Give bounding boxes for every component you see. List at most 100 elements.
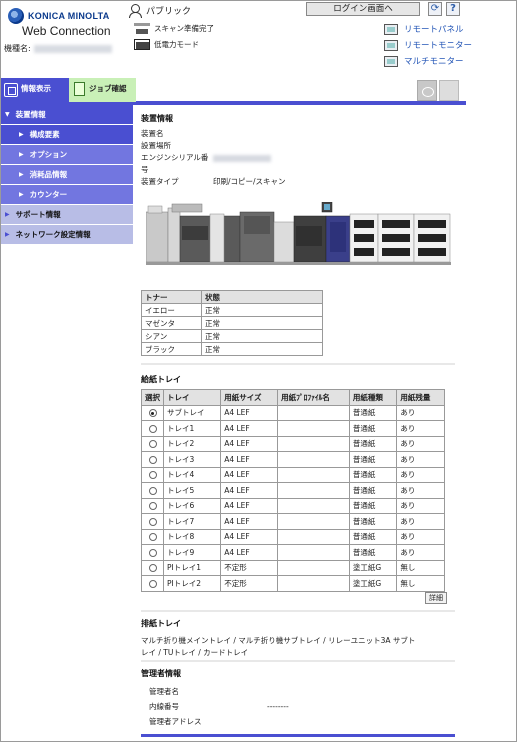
toner-status: 正常 [201,329,323,343]
tab-job[interactable]: ジョブ確認 [69,78,136,102]
table-row[interactable]: トレイ2 A4 LEF 普通紙 あり [141,435,445,452]
tray-radio-button[interactable] [148,548,157,557]
paper-type: 普通紙 [348,528,398,545]
device-info-section: 装置情報 装置名 設置場所 エンジンシリアル番号 装置タイプ 印刷/コピー/スキ… [141,113,455,188]
toner-table: トナー 状態 イエロー 正常 マゼンタ 正常 シアン 正常 ブラック 正常 [141,290,323,356]
tray-radio-button[interactable] [148,579,157,588]
tray-name: トレイ7 [162,513,222,530]
info-key: 設置場所 [141,141,171,150]
paper-remaining: 無し [396,575,445,592]
table-row[interactable]: トレイ8 A4 LEF 普通紙 あり [141,528,445,545]
paper-type: 塗工紙G [348,559,398,576]
info-key: エンジンシリアル番号 [141,153,209,174]
sidebar-item-support[interactable]: ▶ サポート情報 [1,205,133,225]
section-title: 給紙トレイ [141,375,181,384]
column-header: 用紙残量 [396,389,445,406]
remote-monitor-link[interactable]: リモートモニター [384,39,472,51]
paper-remaining: あり [396,528,445,545]
paper-profile [277,420,350,437]
remote-panel-link[interactable]: リモートパネル [384,23,464,35]
table-row[interactable]: トレイ9 A4 LEF 普通紙 あり [141,544,445,561]
mode-icon[interactable] [417,80,437,101]
chevron-right-icon: ▶ [19,131,24,138]
multi-monitor-link[interactable]: マルチモニター [384,55,464,67]
info-key: 装置タイプ [141,177,179,186]
info-row: 管理者アドレス [141,714,455,729]
table-row[interactable]: トレイ6 A4 LEF 普通紙 あり [141,497,445,514]
paper-remaining: あり [396,497,445,514]
table-row: イエロー 正常 [141,303,323,317]
sidebar-item-counter[interactable]: ▶ カウンター [1,185,133,205]
tray-select-cell [141,528,164,545]
tray-name: トレイ8 [162,528,222,545]
paper-remaining: あり [396,544,445,561]
tab-information[interactable]: 情報表示 [1,78,69,105]
paper-type: 塗工紙G [348,575,398,592]
paper-profile [277,404,350,421]
sidebar-item-consumables[interactable]: ▶ 消耗品情報 [1,165,133,185]
info-row: 管理者名 [141,684,455,699]
job-icon [74,82,85,96]
table-row[interactable]: トレイ5 A4 LEF 普通紙 あり [141,482,445,499]
tray-name: トレイ6 [162,497,222,514]
paper-size: 不定形 [220,575,279,592]
tray-radio-button[interactable] [148,517,157,526]
section-title: 排紙トレイ [141,619,181,628]
button-label: 詳細 [429,594,443,602]
table-row[interactable]: PIトレイ1 不定形 塗工紙G 無し [141,559,445,576]
tray-radio-button[interactable] [148,471,157,480]
tray-radio-button[interactable] [148,409,157,418]
table-row[interactable]: トレイ7 A4 LEF 普通紙 あり [141,513,445,530]
toner-color: シアン [141,329,202,343]
remote-monitor-icon [384,39,398,51]
column-header: 用紙種類 [348,389,398,406]
status-low-power: 低電力モード [134,39,199,50]
paper-remaining: あり [396,513,445,530]
paper-remaining: あり [396,404,445,421]
help-icon[interactable]: ? [446,2,460,16]
tray-name: PIトレイ1 [162,559,222,576]
paper-remaining: あり [396,482,445,499]
paper-type: 普通紙 [348,420,398,437]
tray-radio-button[interactable] [148,424,157,433]
refresh-icon[interactable]: ⟳ [428,2,442,16]
tray-radio-button[interactable] [148,440,157,449]
table-row[interactable]: トレイ3 A4 LEF 普通紙 あり [141,451,445,468]
link-label: マルチモニター [404,57,464,67]
detail-button[interactable]: 詳細 [425,592,447,604]
chevron-right-icon: ▶ [19,191,24,198]
toner-color: マゼンタ [141,316,202,330]
toner-status: 正常 [201,303,323,317]
tray-radio-button[interactable] [148,486,157,495]
tray-name: トレイ3 [162,451,222,468]
tray-radio-button[interactable] [148,455,157,464]
sidebar-item-network[interactable]: ▶ ネットワーク設定情報 [1,225,133,245]
toner-status: 正常 [201,342,323,356]
table-row[interactable]: サブトレイ A4 LEF 普通紙 あり [141,404,445,421]
login-page-button[interactable]: ログイン画面へ [306,2,420,16]
multi-monitor-icon [384,55,398,67]
tray-name: トレイ5 [162,482,222,499]
table-row[interactable]: トレイ4 A4 LEF 普通紙 あり [141,466,445,483]
paper-profile [277,528,350,545]
tray-radio-button[interactable] [148,533,157,542]
link-label: リモートモニター [404,41,473,51]
tab-label: ジョブ確認 [89,84,127,93]
sidebar-item-device-info[interactable]: ▼ 装置情報 [1,105,133,125]
sidebar-item-options[interactable]: ▶ オプション [1,145,133,165]
table-row[interactable]: トレイ1 A4 LEF 普通紙 あり [141,420,445,437]
sidebar-item-components[interactable]: ▶ 構成要素 [1,125,133,145]
paper-size: A4 LEF [220,466,279,483]
tray-name: トレイ9 [162,544,222,561]
paper-type: 普通紙 [348,497,398,514]
tray-name: トレイ4 [162,466,222,483]
paper-type: 普通紙 [348,451,398,468]
low-power-icon [134,39,150,50]
table-row[interactable]: PIトレイ2 不定形 塗工紙G 無し [141,575,445,592]
tray-radio-button[interactable] [148,502,157,511]
paper-remaining: あり [396,451,445,468]
table-row: ブラック 正常 [141,342,323,356]
paper-size: A4 LEF [220,404,279,421]
tray-radio-button[interactable] [148,564,157,573]
info-row: 内線番号 -------- [141,699,455,714]
